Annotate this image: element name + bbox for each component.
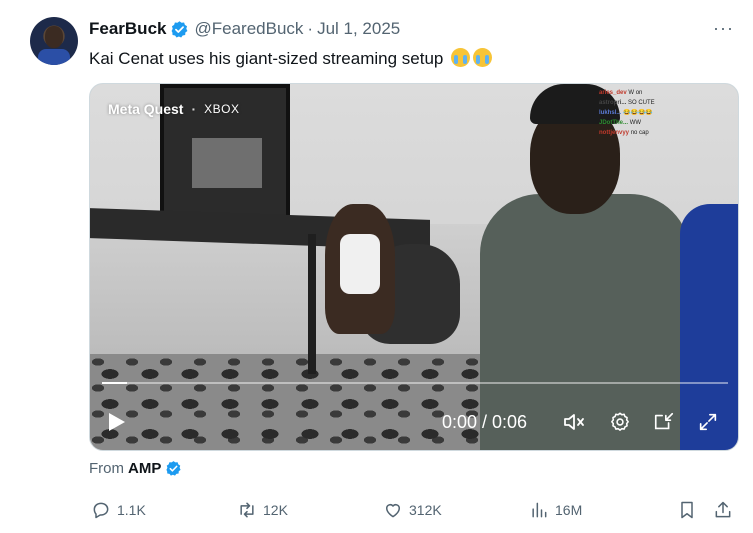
video-player[interactable]: Meta Quest · XBOX aries_dev W on astropr… — [89, 83, 739, 451]
author-avatar[interactable] — [30, 17, 78, 65]
author-handle[interactable]: @FearedBuck — [194, 19, 303, 39]
bar-chart-icon — [532, 502, 547, 518]
avatar-head — [45, 26, 63, 48]
video-scene-desk-leg — [308, 234, 316, 374]
stream-chat-overlay: aries_dev W on astropri... SO CUTE lukhs… — [599, 88, 734, 138]
like-count: 312K — [409, 502, 442, 518]
heart-icon — [386, 504, 400, 518]
reply-bubble-icon — [93, 502, 109, 519]
video-watermark: Meta Quest · XBOX — [108, 101, 240, 117]
tweet-actions-bar: 1.1K 12K 312K 16M — [89, 496, 739, 524]
video-controls: 0:00 / 0:06 — [90, 402, 738, 442]
fullscreen-button[interactable] — [694, 402, 722, 442]
attribution-source-link[interactable]: AMP — [128, 460, 161, 477]
tweet-body: Kai Cenat uses his giant-sized streaming… — [89, 49, 444, 68]
settings-button[interactable] — [606, 402, 634, 442]
tweet-header: FearBuck @FearedBuck · Jul 1, 2025 — [89, 19, 400, 39]
more-options-icon[interactable]: ··· — [713, 18, 734, 39]
tweet-text: Kai Cenat uses his giant-sized streaming… — [89, 48, 493, 69]
chat-message: JDotThe... WW — [599, 120, 642, 126]
author-display-name[interactable]: FearBuck — [89, 19, 166, 39]
views-button[interactable]: 16M — [529, 496, 582, 524]
verified-badge-icon — [166, 461, 181, 476]
chat-message: lukhsl... 😂😂😂😂 — [599, 110, 653, 116]
video-progress-bar[interactable] — [102, 382, 728, 384]
watermark-separator: · — [191, 101, 197, 117]
expand-icon — [699, 413, 717, 431]
play-button[interactable] — [104, 402, 130, 442]
chat-message: astropri... SO CUTE — [599, 100, 655, 106]
video-time: 0:00 / 0:06 — [442, 411, 528, 432]
chat-message: nottjenvyy no cap — [599, 130, 649, 136]
tweet-date[interactable]: Jul 1, 2025 — [317, 19, 400, 39]
repost-count: 12K — [263, 502, 288, 518]
repost-arrows-icon — [240, 502, 254, 518]
avatar-jersey — [38, 49, 70, 65]
speaker-muted-icon — [564, 414, 584, 430]
reply-count: 1.1K — [117, 502, 146, 518]
crying-face-emoji-icon — [473, 48, 493, 67]
crying-face-emoji-icon — [451, 48, 471, 67]
bookmark-button[interactable] — [677, 496, 703, 524]
chat-message: aries_dev W on — [599, 90, 643, 96]
mute-button[interactable] — [560, 402, 590, 442]
media-attribution: From AMP — [89, 460, 182, 477]
attribution-prefix: From — [89, 460, 124, 477]
gear-icon — [611, 412, 629, 431]
share-button[interactable] — [713, 496, 739, 524]
bookmark-icon — [681, 501, 693, 519]
picture-in-picture-button[interactable] — [650, 402, 678, 442]
like-button[interactable]: 312K — [383, 496, 442, 524]
header-separator: · — [307, 19, 314, 38]
picture-in-picture-icon — [654, 412, 674, 430]
video-progress-fill — [102, 382, 128, 384]
meta-quest-logo: Meta Quest — [108, 101, 184, 117]
view-count: 16M — [555, 502, 583, 518]
share-upload-icon — [715, 501, 731, 518]
video-scene-shirt — [340, 234, 380, 294]
verified-badge-icon — [172, 20, 188, 37]
xbox-logo: XBOX — [204, 102, 240, 116]
reply-button[interactable]: 1.1K — [91, 496, 146, 524]
repost-button[interactable]: 12K — [237, 496, 288, 524]
play-icon — [109, 413, 125, 431]
